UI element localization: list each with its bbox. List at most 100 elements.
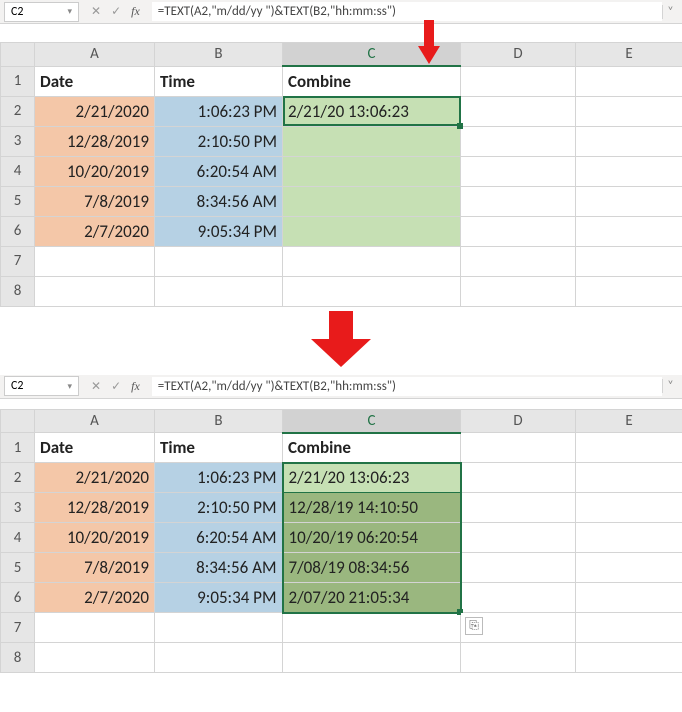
cell-combine-empty[interactable] [283,156,461,186]
cell[interactable] [576,583,682,613]
cell[interactable]: ⎘ [461,613,576,643]
cell[interactable] [461,126,576,156]
header-time[interactable]: Time [155,433,283,463]
cell[interactable] [461,156,576,186]
cell[interactable] [576,186,682,216]
spreadsheet-grid-after[interactable]: A B C D E 1 Date Time Combine 2 2/21/202… [0,409,682,674]
cell[interactable] [461,186,576,216]
col-header-C[interactable]: C [283,409,461,433]
header-time[interactable]: Time [155,66,283,96]
cell-combine[interactable]: 10/20/19 06:20:54 [283,523,461,553]
formula-bar-expand-icon[interactable]: ˅ [662,379,678,393]
name-box[interactable]: C2 ▾ [4,376,79,396]
row-header-5[interactable]: 5 [1,186,35,216]
header-combine[interactable]: Combine [283,433,461,463]
row-header-4[interactable]: 4 [1,156,35,186]
row-header-6[interactable]: 6 [1,216,35,246]
cell[interactable] [576,156,682,186]
cell-date[interactable]: 10/20/2019 [35,156,155,186]
name-box[interactable]: C2 ▾ [4,2,79,22]
cell[interactable] [283,613,461,643]
cell[interactable] [576,96,682,126]
cell-date[interactable]: 2/21/2020 [35,463,155,493]
spreadsheet-grid-before[interactable]: A B C D E 1 Date Time Combine 2 2/21/202… [0,42,682,307]
cell[interactable] [461,463,576,493]
row-header-2[interactable]: 2 [1,96,35,126]
autofill-options-icon[interactable]: ⎘ [465,617,483,635]
cancel-icon[interactable]: ✕ [91,379,101,394]
cell-combine-selected[interactable]: 2/21/20 13:06:23 [283,96,461,126]
cell-combine[interactable]: 2/21/20 13:06:23 [283,463,461,493]
cell[interactable] [155,613,283,643]
cell[interactable] [35,643,155,673]
cancel-icon[interactable]: ✕ [91,4,101,19]
cell[interactable] [461,433,576,463]
row-header-2[interactable]: 2 [1,463,35,493]
row-header-3[interactable]: 3 [1,126,35,156]
row-header-4[interactable]: 4 [1,523,35,553]
cell-date[interactable]: 7/8/2019 [35,553,155,583]
cell-combine[interactable]: 2/07/20 21:05:34 [283,583,461,613]
cell-date[interactable]: 2/7/2020 [35,216,155,246]
cell-time[interactable]: 2:10:50 PM [155,126,283,156]
cell[interactable] [576,553,682,583]
header-date[interactable]: Date [35,433,155,463]
cell[interactable] [283,276,461,306]
col-header-E[interactable]: E [576,409,682,433]
name-box-dropdown-icon[interactable]: ▾ [67,6,72,17]
cell[interactable] [461,216,576,246]
row-header-3[interactable]: 3 [1,493,35,523]
row-header-6[interactable]: 6 [1,583,35,613]
cell[interactable] [461,523,576,553]
cell-time[interactable]: 1:06:23 PM [155,463,283,493]
col-header-B[interactable]: B [155,409,283,433]
cell[interactable] [155,246,283,276]
cell[interactable] [155,276,283,306]
cell[interactable] [283,246,461,276]
cell-combine-empty[interactable] [283,216,461,246]
col-header-B[interactable]: B [155,43,283,67]
cell-combine[interactable]: 12/28/19 14:10:50 [283,493,461,523]
cell-date[interactable]: 12/28/2019 [35,126,155,156]
row-header-1[interactable]: 1 [1,433,35,463]
cell[interactable] [35,276,155,306]
enter-icon[interactable]: ✓ [111,4,121,19]
cell[interactable] [461,66,576,96]
cell-time[interactable]: 9:05:34 PM [155,216,283,246]
cell-time[interactable]: 6:20:54 AM [155,523,283,553]
fill-handle[interactable] [457,123,463,129]
cell-combine-empty[interactable] [283,186,461,216]
row-header-8[interactable]: 8 [1,643,35,673]
cell-time[interactable]: 9:05:34 PM [155,583,283,613]
cell-time[interactable]: 2:10:50 PM [155,493,283,523]
fx-icon[interactable]: fx [131,379,140,394]
cell-time[interactable]: 6:20:54 AM [155,156,283,186]
cell[interactable] [461,276,576,306]
cell[interactable] [576,613,682,643]
cell[interactable] [461,643,576,673]
cell-combine[interactable]: 7/08/19 08:34:56 [283,553,461,583]
cell-time[interactable]: 1:06:23 PM [155,96,283,126]
cell[interactable] [576,523,682,553]
cell[interactable] [576,643,682,673]
select-all-corner[interactable] [1,409,35,433]
cell[interactable] [576,493,682,523]
header-combine[interactable]: Combine [283,66,461,96]
cell[interactable] [35,613,155,643]
cell[interactable] [155,643,283,673]
cell[interactable] [461,493,576,523]
formula-bar-expand-icon[interactable]: ˅ [662,5,678,19]
col-header-A[interactable]: A [35,409,155,433]
header-date[interactable]: Date [35,66,155,96]
col-header-D[interactable]: D [461,409,576,433]
cell-date[interactable]: 2/21/2020 [35,96,155,126]
cell-time[interactable]: 8:34:56 AM [155,186,283,216]
select-all-corner[interactable] [1,43,35,67]
cell[interactable] [576,66,682,96]
cell[interactable] [576,246,682,276]
cell-date[interactable]: 12/28/2019 [35,493,155,523]
cell[interactable] [576,433,682,463]
cell-date[interactable]: 2/7/2020 [35,583,155,613]
cell[interactable] [461,246,576,276]
cell[interactable] [461,553,576,583]
